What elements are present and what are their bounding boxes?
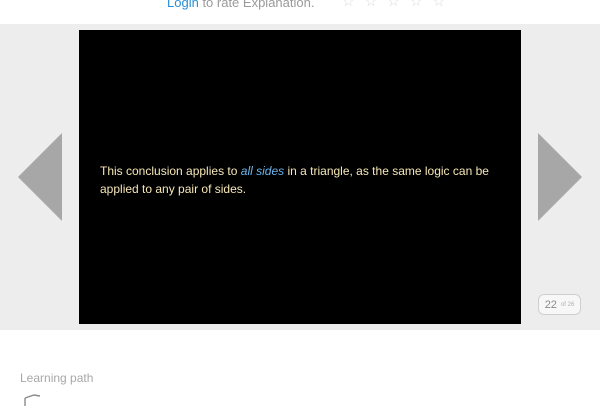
star-icon-4[interactable]: ☆ — [410, 0, 429, 10]
next-slide-button[interactable] — [538, 133, 582, 221]
slide-explanation-text: This conclusion applies to all sides in … — [100, 162, 510, 198]
slide-canvas: This conclusion applies to all sides in … — [79, 30, 521, 324]
slide-text-emphasis: all sides — [240, 164, 285, 178]
rating-prompt: Login to rate Explanation. — [167, 0, 314, 10]
star-rating: ☆ ☆ ☆ ☆ ☆ — [342, 0, 452, 10]
star-icon-3[interactable]: ☆ — [387, 0, 406, 10]
star-icon-5[interactable]: ☆ — [433, 0, 452, 10]
slide-counter-total: of 26 — [560, 301, 575, 308]
learning-path-heading: Learning path — [20, 371, 94, 385]
path-icon — [24, 394, 41, 406]
rating-prompt-text: to rate Explanation. — [202, 0, 315, 10]
star-icon-1[interactable]: ☆ — [342, 0, 361, 10]
previous-slide-button[interactable] — [18, 133, 62, 221]
slide-counter[interactable]: 22 of 26 — [538, 294, 581, 315]
star-icon-2[interactable]: ☆ — [365, 0, 384, 10]
slide-text-start: This conclusion applies to — [100, 164, 238, 178]
rating-bar: Login to rate Explanation. ☆ ☆ ☆ ☆ ☆ — [0, 0, 600, 25]
slide-stage: This conclusion applies to all sides in … — [0, 24, 600, 330]
login-link[interactable]: Login — [167, 0, 199, 10]
slide-counter-current: 22 — [544, 298, 557, 311]
